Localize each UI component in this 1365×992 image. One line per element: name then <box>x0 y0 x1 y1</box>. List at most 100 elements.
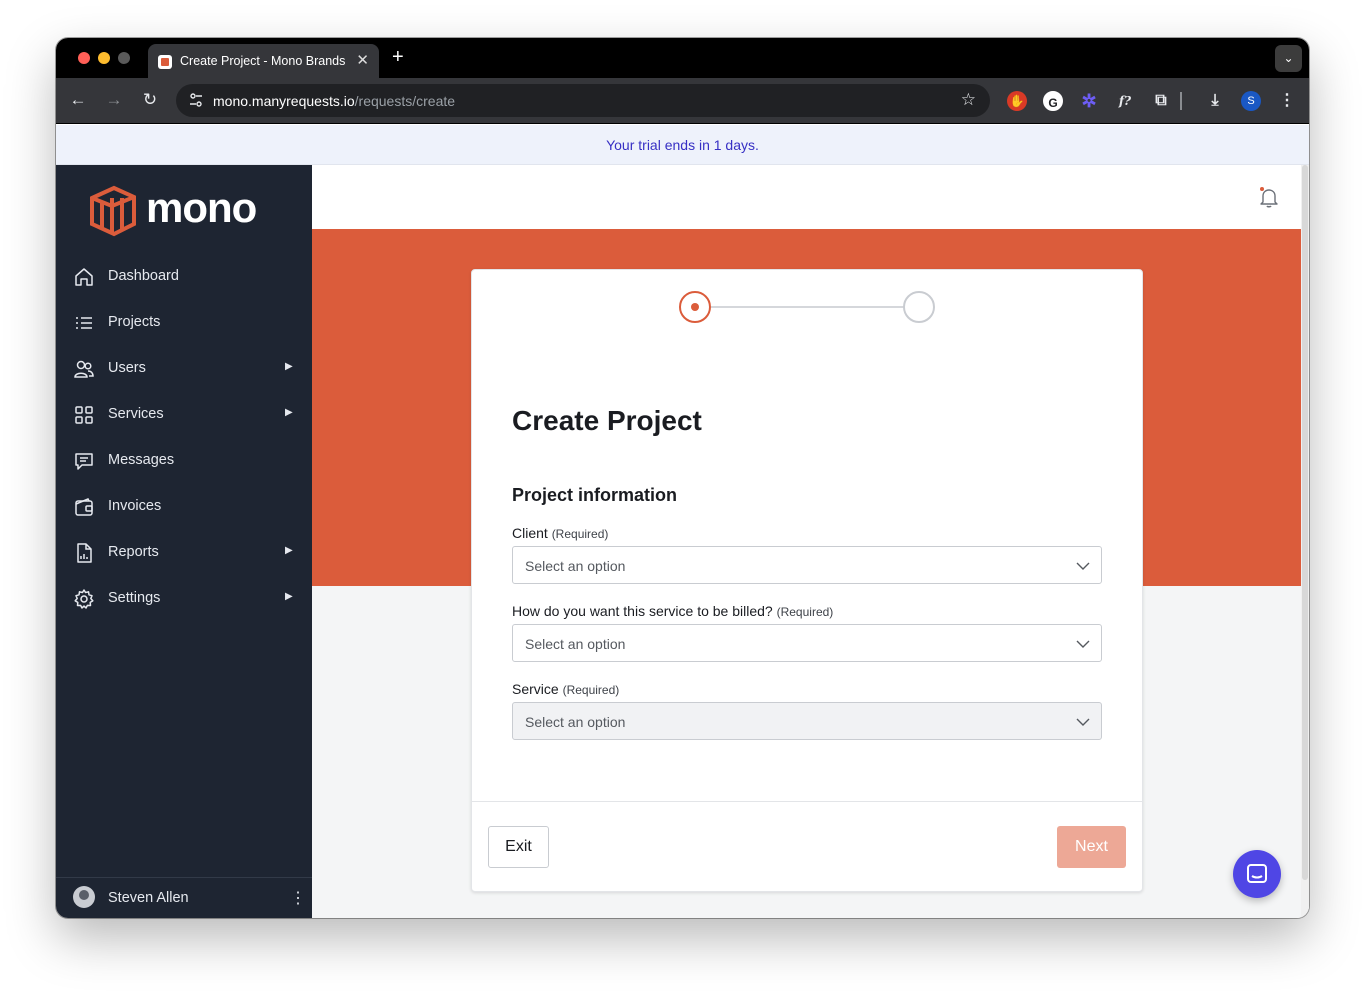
user-menu[interactable]: Steven Allen ⋮ <box>56 877 312 918</box>
select-placeholder: Select an option <box>525 636 626 652</box>
browser-menu-icon[interactable]: ⋮ <box>1277 91 1297 111</box>
list-icon <box>76 317 92 329</box>
required-hint: (Required) <box>776 605 834 619</box>
grid-icon <box>75 406 93 424</box>
step-1-indicator <box>679 291 711 323</box>
chevron-down-icon <box>1076 718 1090 726</box>
sidebar-item-settings[interactable]: Settings ▶ <box>56 579 312 619</box>
service-select[interactable]: Select an option <box>512 702 1102 740</box>
extension-function-icon[interactable]: f? <box>1115 91 1135 111</box>
submenu-arrow-icon: ▶ <box>285 407 293 418</box>
bookmark-star-icon[interactable]: ☆ <box>961 90 976 110</box>
downloads-icon[interactable]: ⤓ <box>1205 91 1225 111</box>
report-icon <box>77 543 92 563</box>
extensions-puzzle-icon[interactable]: ⧉ <box>1151 91 1171 111</box>
sidebar-item-label: Reports <box>108 544 159 560</box>
client-select[interactable]: Select an option <box>512 546 1102 584</box>
sidebar-item-label: Projects <box>108 314 161 330</box>
minimize-window-button[interactable] <box>98 52 110 64</box>
zoom-window-button[interactable] <box>118 52 130 64</box>
sidebar-item-invoices[interactable]: Invoices <box>56 487 312 527</box>
create-project-card: Create Project Project information Clien… <box>471 269 1143 892</box>
url-text: mono.manyrequests.io/requests/create <box>213 93 455 109</box>
service-label: Service (Required) <box>512 681 619 697</box>
browser-toolbar: ← → ↻ mono.manyrequests.io/requests/crea… <box>56 78 1309 124</box>
stepper-connector <box>711 306 904 308</box>
field-label-text: How do you want this service to be bille… <box>512 603 773 619</box>
brand-name: mono <box>146 184 257 231</box>
submenu-arrow-icon: ▶ <box>285 591 293 602</box>
sidebar-item-label: Invoices <box>108 498 162 514</box>
tab-title: Create Project - Mono Brands <box>180 54 346 68</box>
exit-button[interactable]: Exit <box>488 826 549 868</box>
new-tab-button[interactable]: + <box>392 46 404 69</box>
profile-avatar[interactable]: S <box>1241 91 1261 111</box>
avatar <box>73 886 95 908</box>
mono-logo[interactable]: mono <box>88 184 268 240</box>
sidebar-item-label: Users <box>108 360 146 376</box>
required-hint: (Required) <box>562 683 620 697</box>
tab-close-icon[interactable]: ✕ <box>356 51 369 69</box>
browser-tab[interactable]: Create Project - Mono Brands ✕ <box>148 44 379 78</box>
sidebar-item-services[interactable]: Services ▶ <box>56 395 312 435</box>
sidebar-item-label: Messages <box>108 452 175 468</box>
extension-gear-icon[interactable]: ✲ <box>1079 91 1099 111</box>
submenu-arrow-icon: ▶ <box>285 361 293 372</box>
chevron-down-icon <box>1076 562 1090 570</box>
main-content: Create Project Project information Clien… <box>312 165 1309 918</box>
browser-window: Create Project - Mono Brands ✕ + ⌄ ← → ↻… <box>56 38 1309 918</box>
wallet-icon <box>75 498 93 516</box>
chat-icon <box>1247 864 1267 883</box>
sidebar: mono Dashboard Projects Users ▶ Services… <box>56 165 312 918</box>
grammarly-extension-icon[interactable]: G <box>1043 91 1063 111</box>
gear-icon <box>74 589 94 609</box>
url-path: /requests/create <box>354 93 456 109</box>
address-bar[interactable]: mono.manyrequests.io/requests/create ☆ <box>176 84 990 117</box>
sidebar-item-messages[interactable]: Messages <box>56 441 312 481</box>
section-title: Project information <box>512 485 678 505</box>
message-icon <box>75 453 93 470</box>
tab-strip: Create Project - Mono Brands ✕ + ⌄ <box>56 38 1309 78</box>
tab-favicon-icon <box>158 55 172 69</box>
chat-launcher-button[interactable] <box>1233 850 1281 898</box>
submenu-arrow-icon: ▶ <box>285 545 293 556</box>
billing-select[interactable]: Select an option <box>512 624 1102 662</box>
scrollbar-thumb[interactable] <box>1302 165 1308 880</box>
required-hint: (Required) <box>551 527 609 541</box>
back-button[interactable]: ← <box>68 90 88 110</box>
field-label-text: Service <box>512 681 559 697</box>
close-window-button[interactable] <box>78 52 90 64</box>
notification-bell-icon[interactable] <box>1257 185 1281 209</box>
sidebar-item-projects[interactable]: Projects <box>56 303 312 343</box>
home-icon <box>75 268 93 286</box>
select-placeholder: Select an option <box>525 558 626 574</box>
sidebar-item-label: Services <box>108 406 164 422</box>
site-settings-icon[interactable] <box>188 92 204 108</box>
sidebar-item-users[interactable]: Users ▶ <box>56 349 312 389</box>
select-placeholder: Select an option <box>525 714 626 730</box>
card-footer: Exit Next <box>472 801 1142 891</box>
trial-banner: Your trial ends in 1 days. <box>56 125 1309 165</box>
user-name: Steven Allen <box>108 890 189 906</box>
reload-button[interactable]: ↻ <box>140 90 160 110</box>
users-icon <box>74 360 94 378</box>
chevron-down-icon <box>1076 640 1090 648</box>
sidebar-item-reports[interactable]: Reports ▶ <box>56 533 312 573</box>
sidebar-item-label: Settings <box>108 590 161 606</box>
step-2-indicator <box>903 291 935 323</box>
tab-search-button[interactable]: ⌄ <box>1275 45 1302 72</box>
mono-logo-icon <box>90 185 136 237</box>
billing-label: How do you want this service to be bille… <box>512 603 833 619</box>
extension-hand-icon[interactable]: ✋ <box>1007 91 1027 111</box>
next-button[interactable]: Next <box>1057 826 1126 868</box>
client-label: Client (Required) <box>512 525 608 541</box>
forward-button[interactable]: → <box>104 90 124 110</box>
toolbar-divider <box>1180 92 1182 110</box>
page-title: Create Project <box>512 405 702 436</box>
url-host: mono.manyrequests.io <box>213 93 355 109</box>
more-vertical-icon[interactable]: ⋮ <box>290 888 306 908</box>
top-header <box>312 165 1301 229</box>
sidebar-item-label: Dashboard <box>108 268 179 284</box>
sidebar-item-dashboard[interactable]: Dashboard <box>56 257 312 297</box>
field-label-text: Client <box>512 525 548 541</box>
